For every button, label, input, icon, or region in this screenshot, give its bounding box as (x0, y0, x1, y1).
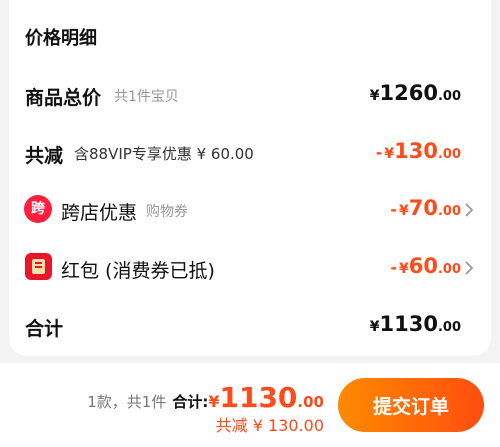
total-discount-label: 共减 (25, 145, 64, 167)
red-packet-amount: - ¥60.00 (390, 254, 461, 278)
cross-store-icon: 跨 (24, 195, 52, 223)
subtotal-row: 合计 ¥1130.00 (0, 306, 500, 346)
checkout-bar: 1款，共1件 合计:¥1130.00 共减 ¥ 130.00 提交订单 (0, 363, 500, 447)
total-label: 合计: (172, 393, 209, 411)
price-detail-card (9, 0, 491, 356)
red-packet-icon (25, 253, 52, 280)
total-currency: ¥ (208, 392, 220, 411)
section-title: 价格明细 (25, 28, 97, 49)
subtotal-amount: ¥1130.00 (369, 312, 461, 336)
cross-store-sub: 购物券 (146, 204, 188, 220)
cross-store-row[interactable]: 跨 跨店优惠 购物券 - ¥70.00 (0, 190, 500, 230)
goods-total-row: 商品总价 共1件宝贝 ¥1260.00 (0, 75, 500, 115)
vip-discount-text: 含88VIP专享优惠 ¥ 60.00 (74, 145, 254, 163)
total-discount-row: 共减 含88VIP专享优惠 ¥ 60.00 - ¥130.00 (0, 133, 500, 173)
saved-text: 共减 ¥ 130.00 (215, 416, 324, 435)
goods-total-label: 商品总价 (25, 87, 102, 109)
checkout-total: 1款，共1件 合计:¥1130.00 (87, 381, 324, 414)
chevron-right-icon (465, 261, 474, 275)
cross-store-label: 跨店优惠 (61, 202, 138, 224)
goods-count-text: 共1件宝贝 (114, 89, 179, 105)
chevron-right-icon (465, 203, 474, 217)
red-packet-label: 红包 (消费券已抵) (61, 260, 215, 282)
total-dec: .00 (297, 393, 324, 411)
red-packet-row[interactable]: 红包 (消费券已抵) - ¥60.00 (0, 248, 500, 288)
subtotal-label: 合计 (25, 318, 64, 340)
cross-store-amount: - ¥70.00 (390, 196, 461, 220)
item-count-text: 1款，共1件 (87, 393, 167, 411)
total-int: 1130 (219, 381, 298, 414)
total-discount-amount: - ¥130.00 (375, 139, 461, 163)
goods-total-amount: ¥1260.00 (369, 81, 461, 105)
submit-order-button[interactable]: 提交订单 (338, 378, 484, 432)
